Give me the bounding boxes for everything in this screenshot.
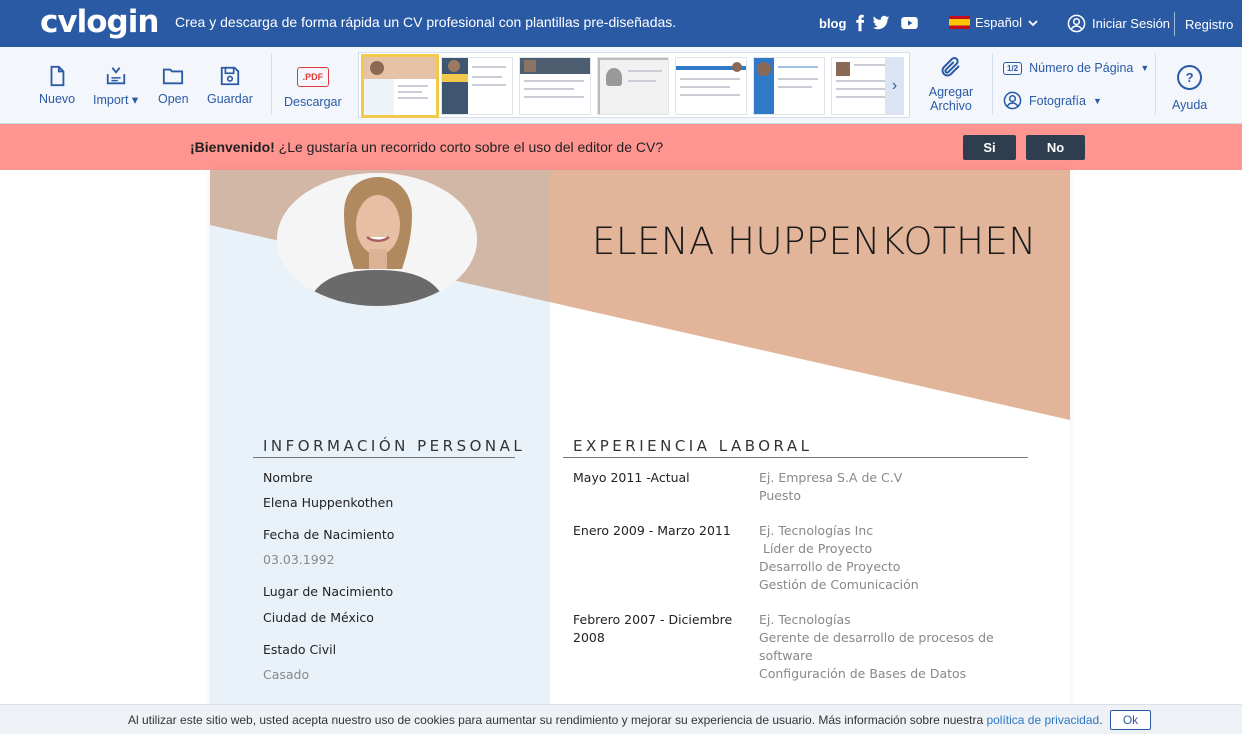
paperclip-icon [941,57,960,77]
dob-label[interactable]: Fecha de Nacimiento [263,527,394,542]
profile-photo-image [277,173,477,306]
template-carousel: › [358,52,910,118]
template-thumbnail[interactable] [675,57,747,115]
welcome-message: ¡Bienvenido! ¿Le gustaría un recorrido c… [190,139,664,155]
import-label: Import ▾ [93,93,139,107]
tour-no-button[interactable]: No [1026,135,1085,160]
help-button[interactable]: ? Ayuda [1172,65,1207,112]
experience-details[interactable]: Ej. Empresa S.A de C.V Puesto [759,469,1029,505]
login-link[interactable]: Iniciar Sesión [1067,14,1170,33]
privacy-policy-link[interactable]: política de privacidad [986,713,1099,727]
dob-value[interactable]: 03.03.1992 [263,552,335,567]
civil-status-label[interactable]: Estado Civil [263,642,336,657]
personal-info-heading[interactable]: INFORMACIÓN PERSONAL [263,437,525,457]
template-thumbnail[interactable] [597,57,669,115]
attach-file-button[interactable]: Agregar Archivo [922,55,980,113]
user-circle-icon [1003,91,1022,110]
name-value[interactable]: Elena Huppenkothen [263,495,393,510]
page-number-icon: 1/2 [1003,61,1023,75]
work-experience-divider [563,457,1028,458]
cv-document-page[interactable]: ELENA HUPPENKOTHEN INFORMACIÓN PERSONAL … [210,170,1070,734]
facebook-icon[interactable] [851,14,869,32]
template-thumbnail[interactable] [441,57,513,115]
new-button[interactable]: Nuevo [39,65,75,106]
caret-down-icon: ▼ [1140,63,1150,73]
cvlogin-logo[interactable]: cvlogin [40,4,159,40]
template-thumbnail-selected[interactable] [361,54,439,118]
youtube-icon[interactable] [899,14,920,32]
twitter-icon[interactable] [872,14,890,32]
open-button[interactable]: Open [158,65,189,106]
caret-down-icon: ▼ [1092,95,1102,106]
photo-label: Fotografía [1029,93,1086,108]
user-circle-icon [1067,14,1086,33]
cv-full-name[interactable]: ELENA HUPPENKOTHEN [592,220,1037,263]
download-button[interactable]: .PDF Descargar [284,65,342,109]
folder-icon [163,68,184,85]
cookie-ok-button[interactable]: Ok [1110,710,1151,730]
spain-flag-icon [949,16,970,29]
save-button[interactable]: Guardar [207,65,253,106]
download-label: Descargar [284,95,342,109]
cookie-consent-bar: Al utilizar este sitio web, usted acepta… [0,704,1242,734]
open-label: Open [158,92,189,106]
language-label: Español [975,15,1022,30]
pdf-icon: .PDF [296,67,329,87]
welcome-tour-banner: ¡Bienvenido! ¿Le gustaría un recorrido c… [0,124,1242,170]
template-thumbnail[interactable] [753,57,825,115]
login-label: Iniciar Sesión [1092,16,1171,31]
experience-details[interactable]: Ej. Tecnologías Inc Líder de Proyecto De… [759,522,1029,594]
editor-toolbar: Nuevo Import ▾ Open Guardar .PDF Descarg… [0,47,1242,124]
cookie-message: Al utilizar este sitio web, usted acepta… [128,713,1103,727]
pob-label[interactable]: Lugar de Nacimiento [263,584,393,599]
name-label[interactable]: Nombre [263,470,313,485]
experience-details[interactable]: Ej. Tecnologías Gerente de desarrollo de… [759,611,999,683]
personal-info-divider [253,457,515,458]
page-number-label: Número de Página [1029,61,1134,75]
import-button[interactable]: Import ▾ [93,65,138,107]
experience-date[interactable]: Febrero 2007 - Diciembre 2008 [573,611,743,647]
blog-link[interactable]: blog [819,16,846,31]
header-divider [1174,12,1175,36]
new-document-icon [50,65,65,87]
experience-date[interactable]: Enero 2009 - Marzo 2011 [573,522,743,540]
help-question-icon: ? [1177,65,1203,90]
carousel-next-arrow-icon[interactable]: › [885,57,904,115]
experience-date[interactable]: Mayo 2011 -Actual [573,469,743,487]
toolbar-divider [992,53,993,115]
save-label: Guardar [207,92,253,106]
work-experience-heading[interactable]: EXPERIENCIA LABORAL [573,437,812,457]
template-thumbnail[interactable] [519,57,591,115]
header-tagline: Crea y descarga de forma rápida un CV pr… [175,14,677,30]
save-disk-icon [220,66,240,86]
help-label: Ayuda [1172,98,1208,112]
page-number-dropdown[interactable]: 1/2 Número de Página ▼ [1003,61,1149,75]
chevron-down-icon [1028,19,1038,26]
tour-yes-button[interactable]: Si [963,135,1016,160]
register-link[interactable]: Registro [1185,17,1233,32]
new-label: Nuevo [39,92,76,106]
attach-label-line1: Agregar [928,85,974,99]
toolbar-divider [1155,53,1156,115]
import-icon [106,67,125,85]
profile-photo[interactable] [277,173,477,306]
language-selector[interactable]: Español [949,15,1039,30]
toolbar-divider [271,53,272,115]
civil-status-value[interactable]: Casado [263,667,309,682]
photo-dropdown[interactable]: Fotografía ▼ [1003,91,1102,110]
pob-value[interactable]: Ciudad de México [263,610,374,625]
attach-label-line2: Archivo [930,99,972,113]
top-navigation-bar: cvlogin Crea y descarga de forma rápida … [0,0,1242,47]
